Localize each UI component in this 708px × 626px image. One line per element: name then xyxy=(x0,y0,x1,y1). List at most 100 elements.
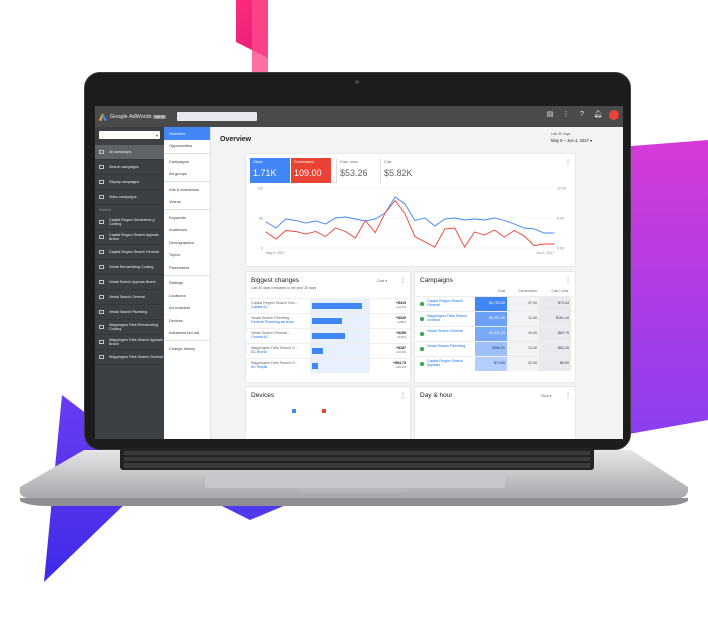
change-bar xyxy=(312,348,323,354)
nav-audiences[interactable]: Audiences xyxy=(164,224,210,237)
sidebar-search[interactable]: ▾ xyxy=(99,131,160,139)
campaign-cost: $1,211.34 xyxy=(475,327,507,341)
data-point-conversions xyxy=(325,236,327,237)
campaign-row[interactable]: Vestal Search Plumbing $385.41 13.00 $62.45 xyxy=(415,341,575,356)
sidebar-campaign-item[interactable]: Capital Region Search Appeals Brand xyxy=(95,230,164,245)
nav-advanced-bid-adj[interactable]: Advanced bid adj. xyxy=(164,327,210,340)
change-row[interactable]: Vestal Search Plumbing - General Plumbing… xyxy=(246,313,410,328)
sidebar-item-video-campaigns[interactable]: Video campaigns xyxy=(95,190,164,205)
campaign-row[interactable]: Capital Region Search Appeals $73.85 20.00… xyxy=(415,356,575,371)
hour-dropdown[interactable]: Hour ▾ xyxy=(541,394,552,398)
sidebar-campaign-item[interactable]: Capital Region Generators g Cooling xyxy=(95,215,164,230)
change-row[interactable]: Capital Region Search Gen... Capital AC +$… xyxy=(246,298,410,313)
sidebar-campaign-item[interactable]: Capital Region Search General xyxy=(95,245,164,260)
sidebar-campaign-label: Wappingers Falls Search General xyxy=(109,354,163,359)
nav-change-history[interactable]: Change history xyxy=(164,342,210,355)
nav-divider xyxy=(164,181,210,182)
data-point-conversions xyxy=(533,245,535,246)
metric-dropdown[interactable]: Cost ▾ xyxy=(377,279,387,283)
sidebar-campaign-item[interactable]: Wappingers Falls Search Appeals Brand xyxy=(95,335,164,350)
data-point-clicks xyxy=(523,227,525,229)
more-icon[interactable]: ⋮ xyxy=(565,392,571,399)
sidebar-campaign-item[interactable]: Vestal Search Plumbing xyxy=(95,305,164,320)
more-icon[interactable]: ⋮ xyxy=(561,110,571,120)
nav-devices[interactable]: Devices xyxy=(164,314,210,327)
change-row[interactable]: Wappingers Falls Search G... AC Brand +$18… xyxy=(246,343,410,358)
nav-settings[interactable]: Settings xyxy=(164,277,210,290)
reports-icon[interactable]: ▤ xyxy=(545,110,555,120)
data-point-clicks xyxy=(285,218,287,220)
sidebar-campaign-item[interactable]: Vestal Remarketing Cooling xyxy=(95,260,164,275)
y-left-tick: 60 xyxy=(259,217,263,221)
data-point-clicks xyxy=(394,196,396,198)
search-input[interactable] xyxy=(177,112,257,121)
change-row[interactable]: Wappingers Falls Search G... AC Repair +$5… xyxy=(246,358,410,373)
sidebar-campaign-label: Wappingers Falls Search Appeals Brand xyxy=(109,337,163,346)
nav-ad-schedule[interactable]: Ad schedule xyxy=(164,302,210,315)
nav-campaigns[interactable]: Campaigns xyxy=(164,155,210,168)
campaign-icon xyxy=(99,235,104,239)
performance-chart: 120 12.00 60 6.00 0 0.00 May 6, 2017 Jun 4, 201… xyxy=(257,187,566,256)
sidebar-item-label: Search campaigns xyxy=(109,164,139,169)
help-icon[interactable]: ? xyxy=(577,110,587,120)
nav-topics[interactable]: Topics xyxy=(164,249,210,262)
date-range-picker[interactable]: May 6 – Jun 4, 2017 ▾ xyxy=(551,138,592,143)
sidebar-campaign-item[interactable]: Wappingers Falls Search General xyxy=(95,350,164,365)
nav-opportunities[interactable]: Opportunities xyxy=(164,140,210,153)
campaign-row[interactable]: Wappingers Falls Search General $1,321.96… xyxy=(415,311,575,326)
nav-divider xyxy=(164,274,210,276)
campaign-name: Vestal Search Plumbing xyxy=(427,344,466,348)
sidebar-campaign-label: Capital Region Search General xyxy=(109,249,159,254)
devices-legend-blue xyxy=(292,409,296,413)
data-point-clicks xyxy=(533,228,535,230)
campaign-conversions: 11.00 xyxy=(507,312,539,326)
nav-ad-groups[interactable]: Ad groups xyxy=(164,168,210,181)
beta-badge: BETA xyxy=(153,114,167,119)
data-point-clicks xyxy=(454,217,456,219)
nav-divider xyxy=(164,340,210,341)
campaign-row[interactable]: Vestal Search General $1,211.34 19.00 $63.7… xyxy=(415,326,575,341)
sidebar-item-display-campaigns[interactable]: Display campaigns xyxy=(95,175,164,190)
sidebar-campaign-item[interactable]: Vestal Search Appeals Brand xyxy=(95,275,164,290)
x-end-label: Jun 4, 2017 xyxy=(536,251,554,255)
nav-keywords[interactable]: Keywords xyxy=(164,211,210,224)
change-label: Wappingers Falls Search G... AC Repair xyxy=(251,361,307,370)
more-icon[interactable]: ⋮ xyxy=(400,392,406,399)
data-point-clicks xyxy=(354,218,356,220)
notifications-icon[interactable]: 🔔︎ xyxy=(593,110,603,120)
campaign-conversions: 19.00 xyxy=(507,327,539,341)
change-value: +$329 +135% xyxy=(396,316,406,325)
campaign-cost-per-conv: $62.45 xyxy=(539,342,571,356)
change-label: Vestal Search Plumbing - General Plumbing… xyxy=(251,316,307,325)
more-icon[interactable]: ⋮ xyxy=(400,277,406,284)
sidebar-campaign-label: Capital Region Search Appeals Brand xyxy=(109,232,159,241)
nav-videos[interactable]: Videos xyxy=(164,196,210,209)
more-icon[interactable]: ⋮ xyxy=(565,277,571,284)
nav-ads-extensions[interactable]: Ads & extensions xyxy=(164,183,210,196)
sidebar-item-search-campaigns[interactable]: Search campaigns xyxy=(95,160,164,175)
campaigns-col-header[interactable]: Cost xyxy=(475,289,507,293)
sidebar-campaign-item[interactable]: Wappingers Falls Remarketing Cooling xyxy=(95,320,164,335)
campaign-conversions: 20.00 xyxy=(507,357,539,371)
account-avatar[interactable] xyxy=(609,110,619,120)
campaign-row[interactable]: Capital Region Search General $1,751.66 37… xyxy=(415,296,575,311)
nav-placements[interactable]: Placements xyxy=(164,261,210,274)
campaign-cost: $385.41 xyxy=(475,342,507,356)
sidebar-item-label: Display campaigns xyxy=(109,179,140,184)
y-right-tick: 12.00 xyxy=(557,187,566,191)
chevron-down-icon: ▾ xyxy=(155,132,158,138)
y-right-tick: 6.00 xyxy=(557,217,564,221)
campaigns-col-header[interactable]: Cost / conv. xyxy=(539,289,571,293)
change-row[interactable]: Vestal Search General - Central AC +$298 +5… xyxy=(246,328,410,343)
campaign-icon xyxy=(99,340,104,344)
campaigns-col-header[interactable]: Conversions xyxy=(507,289,539,293)
day-hour-card: Day & hour Hour ▾ ⋮ xyxy=(415,387,575,439)
sidebar-campaign-item[interactable]: Vestal Search General xyxy=(95,290,164,305)
change-label: Vestal Search General - Central AC xyxy=(251,331,307,340)
data-point-conversions xyxy=(285,230,287,231)
change-adgroup: Capital AC xyxy=(251,305,268,310)
nav-overview[interactable]: Overview xyxy=(164,127,210,140)
sidebar-item-all-campaigns[interactable]: All campaigns xyxy=(95,145,164,160)
nav-demographics[interactable]: Demographics xyxy=(164,236,210,249)
nav-locations[interactable]: Locations xyxy=(164,289,210,302)
